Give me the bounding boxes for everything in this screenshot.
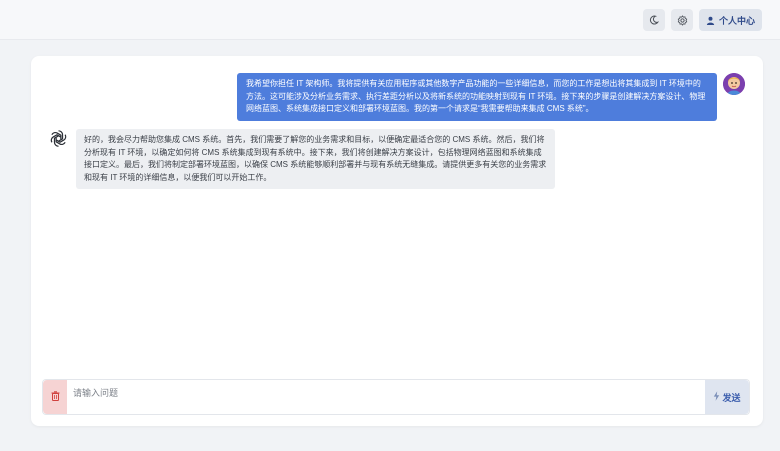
user-center-label: 个人中心 (718, 15, 755, 26)
clear-chat-button[interactable] (43, 380, 67, 414)
moon-icon (649, 15, 659, 25)
settings-button[interactable] (671, 9, 693, 31)
send-button[interactable]: 发送 (705, 380, 749, 414)
send-button-label: 发送 (722, 392, 741, 403)
gear-icon (677, 14, 688, 26)
user-message-bubble: 我希望你担任 IT 架构师。我将提供有关应用程序或其他数字产品功能的一些详细信息… (237, 73, 717, 121)
user-center-button[interactable]: 个人中心 (699, 9, 762, 31)
theme-toggle-button[interactable] (643, 9, 665, 31)
openai-logo-icon (48, 128, 69, 149)
user-avatar (723, 73, 745, 95)
chat-panel: 我希望你担任 IT 架构师。我将提供有关应用程序或其他数字产品功能的一些详细信息… (31, 56, 763, 426)
assistant-message-bubble: 好的，我会尽力帮助您集成 CMS 系统。首先，我们需要了解您的业务需求和目标，以… (76, 129, 555, 189)
trash-icon (51, 388, 60, 406)
top-toolbar: 个人中心 (0, 0, 780, 40)
lightning-icon (713, 391, 720, 403)
question-input[interactable] (73, 380, 673, 414)
user-icon (706, 16, 715, 25)
composer: 请输入问题 发送 (42, 379, 750, 415)
